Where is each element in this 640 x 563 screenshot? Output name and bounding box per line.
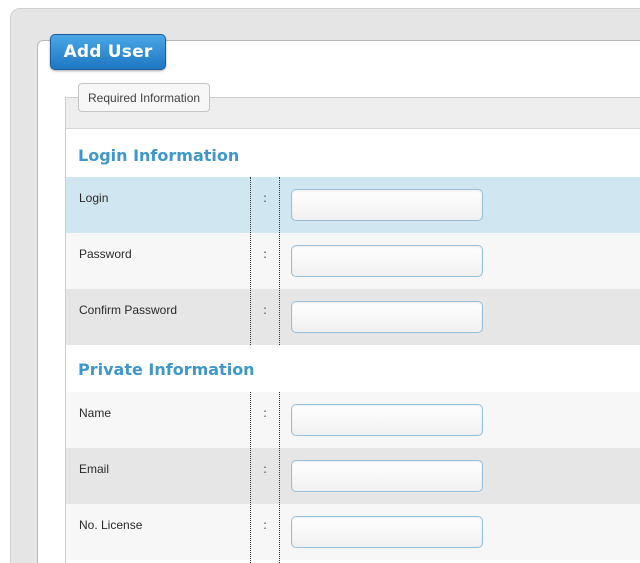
form-row-password: Password : (66, 233, 640, 289)
confirm-password-label: Confirm Password (79, 303, 178, 317)
email-input[interactable] (291, 460, 483, 492)
column-divider-left-2 (250, 392, 251, 563)
license-label: No. License (79, 518, 143, 532)
login-separator: : (263, 191, 268, 205)
login-label: Login (79, 191, 109, 205)
fieldset-legend: Required Information (78, 83, 211, 112)
password-separator: : (263, 247, 268, 261)
email-label: Email (79, 462, 110, 476)
email-separator: : (263, 462, 268, 476)
column-divider-right-2 (279, 392, 280, 563)
name-label: Name (79, 406, 112, 420)
column-divider-right-1 (279, 177, 280, 345)
name-separator: : (263, 406, 268, 420)
confirm-password-input[interactable] (291, 301, 483, 333)
form-row-confirm-password: Confirm Password : (66, 289, 640, 345)
section-title-private-information: Private Information (66, 347, 640, 391)
password-input[interactable] (291, 245, 483, 277)
add-user-title-button: Add User (50, 34, 166, 70)
form-row-license: No. License : (66, 504, 640, 560)
license-input[interactable] (291, 516, 483, 548)
form-row-login: Login : (66, 177, 640, 233)
login-input[interactable] (291, 189, 483, 221)
license-separator: : (263, 518, 268, 532)
name-input[interactable] (291, 404, 483, 436)
column-divider-left-1 (250, 177, 251, 345)
section-title-login-information: Login Information (66, 133, 640, 177)
form-row-email: Email : (66, 448, 640, 504)
confirm-password-separator: : (263, 303, 268, 317)
password-label: Password (79, 247, 132, 261)
form-row-name: Name : (66, 392, 640, 448)
